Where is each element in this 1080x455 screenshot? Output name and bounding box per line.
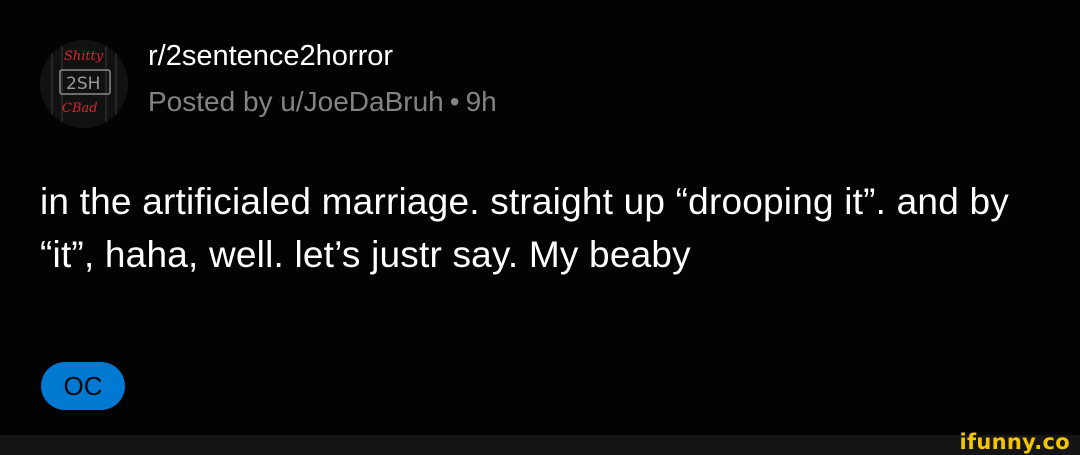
post-title[interactable]: in the artificialed marriage. straight u…: [40, 175, 1040, 281]
avatar-text-bot: CBad: [62, 101, 98, 116]
post-card: Shitty 2SH CBad r/2sentence2horror Poste…: [0, 0, 1080, 435]
ifunny-watermark: ifunny.co: [959, 430, 1070, 454]
post-meta: Posted by u/JoeDaBruh • 9h: [148, 84, 497, 120]
subreddit-avatar-icon[interactable]: Shitty 2SH CBad: [40, 40, 128, 128]
subreddit-name[interactable]: r/2sentence2horror: [148, 38, 393, 74]
footer-bar: [0, 435, 1080, 455]
avatar-text-top: Shitty: [64, 49, 104, 64]
avatar-image: Shitty 2SH CBad: [40, 40, 128, 128]
meta-separator: •: [449, 86, 460, 117]
post-age: 9h: [465, 86, 497, 117]
flair-badge[interactable]: OC: [41, 362, 125, 410]
posted-by[interactable]: Posted by u/JoeDaBruh: [148, 86, 444, 117]
avatar-text-mid: 2SH: [66, 74, 100, 94]
